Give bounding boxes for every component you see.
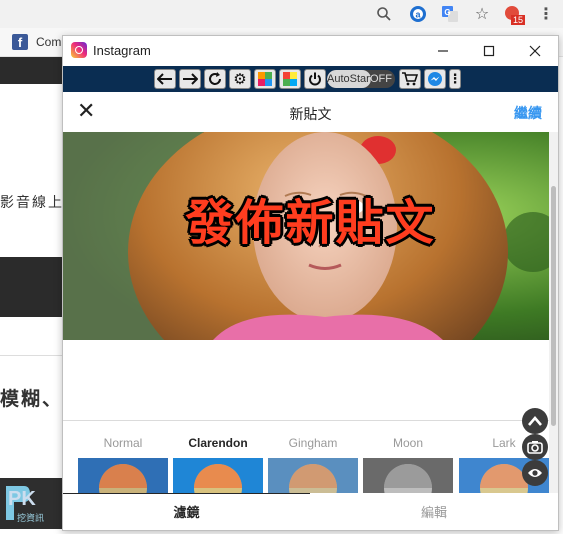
filter-label-moon[interactable]: Moon	[363, 436, 453, 450]
extension-toolbar: ⚙ AutoStart OFF ⋮	[63, 66, 558, 92]
bookmark-label[interactable]: Com	[36, 35, 61, 49]
scrollbar-thumb[interactable]	[551, 186, 556, 426]
more-vertical-icon[interactable]: ⋮	[449, 69, 462, 89]
watermark-brand: PK	[8, 488, 36, 510]
background-divider	[0, 355, 70, 356]
next-button[interactable]: 繼續	[514, 103, 542, 123]
gear-icon[interactable]: ⚙	[229, 69, 251, 89]
background-page: 影音線上 模糊、	[0, 57, 70, 529]
svg-text:G: G	[444, 8, 450, 17]
background-text-1: 影音線上	[0, 194, 64, 210]
menu-icon[interactable]: ⋮	[536, 4, 556, 24]
power-icon[interactable]	[304, 69, 326, 89]
autostart-label: AutoStart	[327, 70, 373, 88]
overlay-caption: 發佈新貼文	[185, 197, 436, 250]
filter-label-gingham[interactable]: Gingham	[268, 436, 358, 450]
refresh-icon[interactable]	[204, 69, 226, 89]
filter-thumb-normal[interactable]	[78, 458, 168, 493]
background-text-2: 模糊、	[0, 389, 64, 410]
window-title: Instagram	[93, 43, 151, 58]
autostart-off-label: OFF	[370, 73, 392, 85]
autostart-toggle[interactable]: AutoStart OFF	[327, 70, 395, 88]
filter-label-normal[interactable]: Normal	[78, 436, 168, 450]
instagram-icon	[71, 42, 87, 58]
cart-icon[interactable]	[399, 69, 421, 89]
instagram-window: Instagram ⚙ AutoStart OFF ⋮ ✕ 新貼文 繼續 發佈新…	[62, 35, 559, 531]
filter-thumb-gingham[interactable]	[268, 458, 358, 493]
camera-icon[interactable]	[522, 434, 548, 460]
window-titlebar[interactable]: Instagram	[63, 36, 558, 66]
extension-icon[interactable]: a	[408, 4, 428, 24]
filter-thumb-moon[interactable]	[363, 458, 453, 493]
filter-label-clarendon[interactable]: Clarendon	[173, 436, 263, 450]
watermark-sub: 挖資訊	[17, 513, 45, 523]
tab-filter[interactable]: 濾鏡	[63, 493, 310, 530]
watermark: PK 挖資訊	[0, 478, 62, 529]
badge-count: 15	[511, 15, 526, 25]
dark-band-middle	[0, 257, 70, 317]
browser-toolbar: a G ☆ 15 ⋮	[0, 0, 563, 29]
minimize-button[interactable]	[420, 38, 466, 64]
bottom-tabs: 濾鏡 編輯	[63, 493, 558, 530]
translate-icon[interactable]: G	[440, 4, 460, 24]
eye-icon[interactable]	[522, 460, 548, 486]
tab-edit[interactable]: 編輯	[310, 493, 558, 530]
maximize-button[interactable]	[466, 38, 512, 64]
filter-thumb-clarendon[interactable]	[173, 458, 263, 493]
back-arrow-icon[interactable]	[154, 69, 176, 89]
close-window-button[interactable]	[512, 38, 558, 64]
scroll-up-icon[interactable]	[522, 408, 548, 434]
app-header: ✕ 新貼文 繼續	[63, 92, 558, 133]
grid-color-icon[interactable]	[254, 69, 276, 89]
forward-arrow-icon[interactable]	[179, 69, 201, 89]
facebook-icon[interactable]: f	[12, 34, 28, 50]
star-icon[interactable]: ☆	[472, 4, 492, 24]
dark-band-top	[0, 57, 70, 84]
messenger-icon[interactable]	[424, 69, 446, 89]
search-icon[interactable]	[374, 4, 394, 24]
filter-divider	[63, 420, 558, 421]
grid-color-icon-2[interactable]	[279, 69, 301, 89]
page-title: 新貼文	[289, 106, 332, 122]
